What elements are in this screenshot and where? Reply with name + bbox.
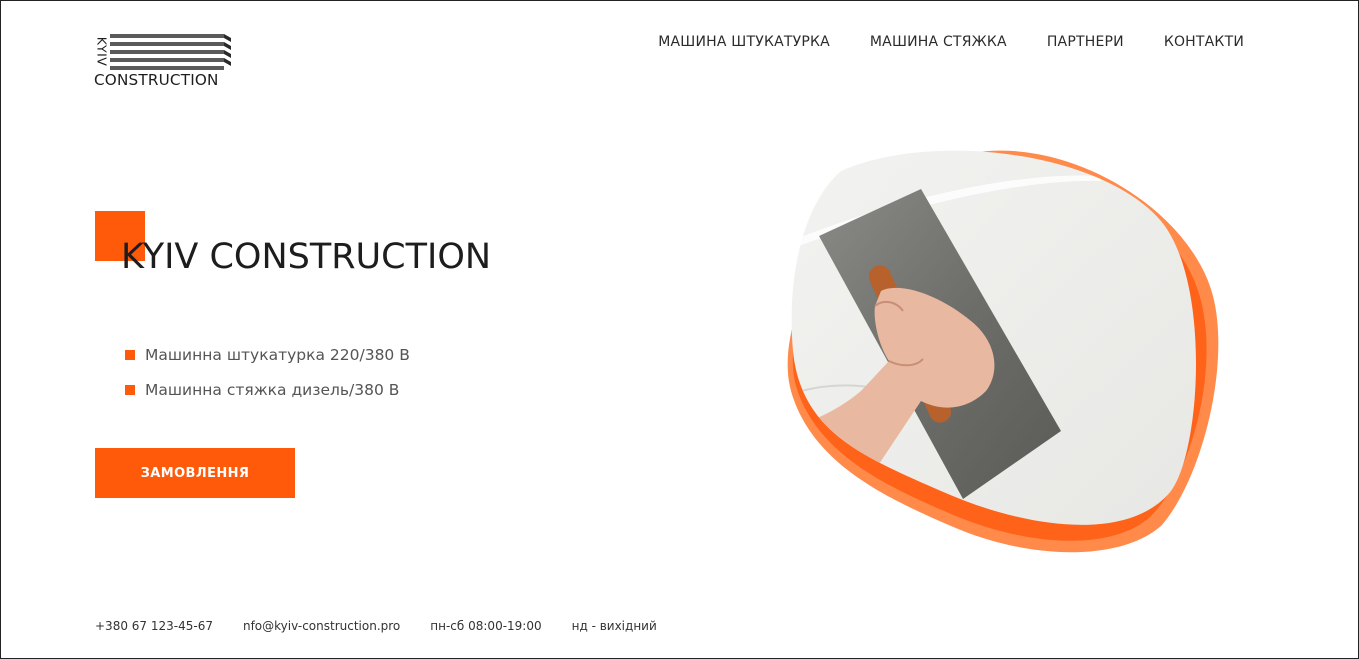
plastering-trowel-illustration: [787, 150, 1219, 553]
nav-item-plastering-machine[interactable]: МАШИНА ШТУКАТУРКА: [658, 34, 830, 50]
logo-construction-text: CONSTRUCTION: [94, 71, 219, 89]
logo-kyiv-text: KYIV: [94, 36, 110, 66]
working-hours: пн-сб 08:00-19:00: [430, 619, 542, 633]
order-button[interactable]: ЗАМОВЛЕННЯ: [95, 448, 295, 498]
nav-item-screed-machine[interactable]: МАШИНА СТЯЖКА: [870, 34, 1007, 50]
contact-bar: +380 67 123-45-67 nfo@kyiv-construction.…: [95, 619, 657, 633]
hero-title: KYIV CONSTRUCTION: [121, 237, 492, 277]
logo-kyiv-vertical: KYIV: [94, 32, 110, 70]
service-label: Машинна стяжка дизель/380 В: [145, 380, 400, 399]
building-stripes-icon: [110, 34, 231, 70]
email-address[interactable]: nfo@kyiv-construction.pro: [243, 619, 400, 633]
square-bullet-icon: [125, 384, 135, 395]
nav-item-contacts[interactable]: КОНТАКТИ: [1164, 34, 1244, 50]
phone-number[interactable]: +380 67 123-45-67: [95, 619, 213, 633]
day-off: нд - вихідний: [571, 619, 657, 633]
services-list: Машинна штукатурка 220/380 В Машинна стя…: [125, 337, 410, 407]
logo[interactable]: KYIV CONSTRUCTION: [94, 32, 234, 90]
list-item: Машинна штукатурка 220/380 В: [125, 337, 410, 372]
square-bullet-icon: [125, 349, 135, 360]
list-item: Машинна стяжка дизель/380 В: [125, 372, 410, 407]
nav-item-partners[interactable]: ПАРТНЕРИ: [1047, 34, 1124, 50]
main-nav: МАШИНА ШТУКАТУРКА МАШИНА СТЯЖКА ПАРТНЕРИ…: [658, 34, 1244, 50]
service-label: Машинна штукатурка 220/380 В: [145, 345, 410, 364]
